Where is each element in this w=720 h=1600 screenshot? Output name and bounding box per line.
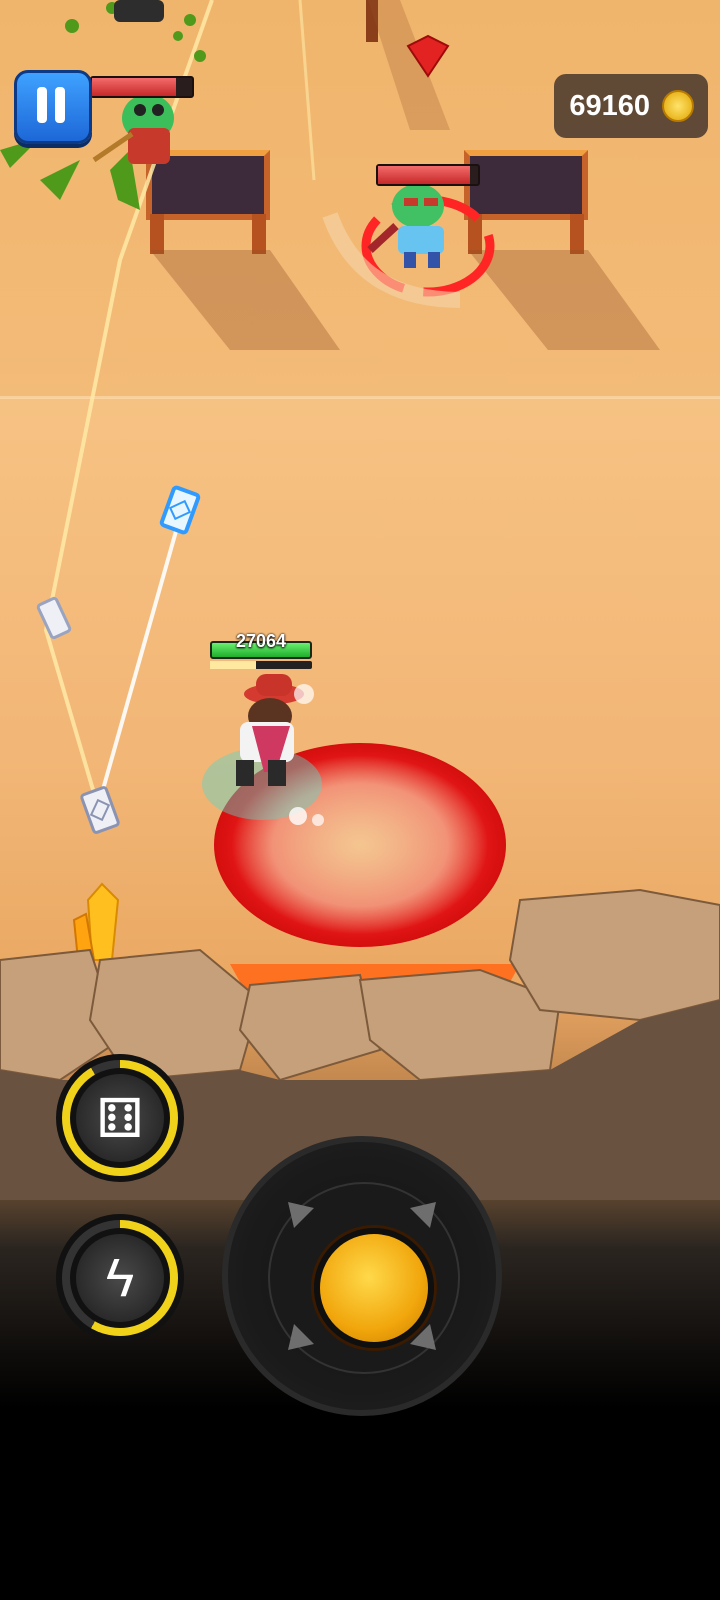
dice-icon: ⚅ (76, 1074, 164, 1162)
player-hp-value: 27064 (235, 631, 287, 651)
pause-button[interactable] (14, 70, 92, 144)
dice-skill-button[interactable]: ⚅ (56, 1054, 184, 1182)
coin-amount: 69160 (569, 89, 650, 122)
coin-counter: 69160 (554, 74, 708, 138)
card-projectile-gray (36, 596, 72, 640)
enemy-1-health-bar (90, 76, 194, 98)
card-projectile-gray-2 (80, 786, 120, 834)
game-arena: 27064 69160 ⚅ ϟ (0, 0, 720, 1600)
goblin-enemy-2 (367, 184, 444, 268)
joystick-knob[interactable] (314, 1228, 434, 1348)
lightning-skill-button[interactable]: ϟ (56, 1214, 184, 1342)
lightning-icon: ϟ (76, 1234, 164, 1322)
gold-coin-icon (662, 90, 694, 122)
attack-joystick[interactable] (222, 1136, 502, 1416)
enemy-2-health-bar (376, 164, 480, 186)
card-projectile-blue (159, 485, 201, 535)
